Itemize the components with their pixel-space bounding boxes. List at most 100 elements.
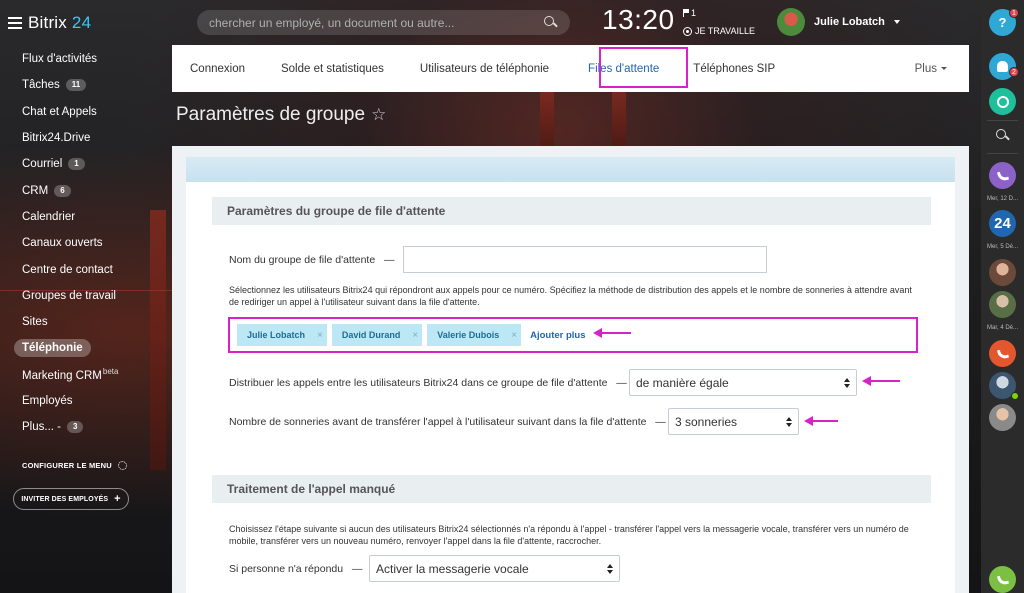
users-hint: Sélectionnez les utilisateurs Bitrix24 q… (229, 285, 912, 307)
active-call-button[interactable] (989, 340, 1016, 367)
rings-select-value: 3 sonneries (675, 414, 738, 429)
select-arrows-icon (607, 563, 613, 574)
clock-time[interactable]: 13:20 (602, 4, 675, 36)
contact-avatar[interactable] (989, 404, 1016, 431)
settings-form: Paramètres du groupe de file d'attente N… (186, 157, 955, 593)
page-title: Paramètres de groupe ☆ (176, 104, 386, 126)
close-icon[interactable]: × (412, 330, 418, 341)
contact-avatar[interactable] (989, 259, 1016, 286)
select-arrows-icon (844, 377, 850, 388)
gear-icon (117, 461, 127, 470)
user-chip-label: Julie Lobatch (247, 330, 306, 340)
tab-solde[interactable]: Solde et statistiques (263, 45, 402, 92)
rings-select[interactable]: 3 sonneries (668, 408, 799, 435)
sidebar-item-canaux[interactable]: Canaux ouverts (0, 230, 172, 256)
chevron-down-icon[interactable] (893, 20, 900, 24)
section-missed-call: Traitement de l'appel manqué (212, 475, 931, 503)
star-icon[interactable]: ☆ (371, 105, 386, 125)
group-name-label: Nom du groupe de file d'attente — (229, 254, 395, 266)
no-answer-select[interactable]: Activer la messagerie vocale (369, 555, 620, 582)
phone-dialer-button[interactable] (989, 566, 1016, 593)
user-chip[interactable]: David Durand × (331, 324, 423, 346)
close-icon[interactable]: × (511, 330, 517, 341)
sidebar-item-calendrier[interactable]: Calendrier (0, 204, 172, 230)
phone-icon (996, 347, 1009, 360)
logo-text: Bitrix 24 (28, 13, 92, 32)
invite-employees-button[interactable]: INVITER DES EMPLOYÉS + (13, 488, 129, 510)
search-bar[interactable] (197, 10, 570, 35)
user-chip-label: Valerie Dubois (437, 330, 500, 340)
sidebar-item-label: Flux d'activités (22, 53, 98, 66)
sidebar-item-label: Marketing CRMbeta (22, 367, 119, 383)
sidebar-item-groupes[interactable]: Groupes de travail (0, 283, 172, 309)
avatar[interactable] (777, 8, 805, 36)
rail-search-button[interactable] (989, 122, 1016, 149)
chat-button[interactable] (989, 88, 1016, 115)
search-input[interactable] (209, 15, 544, 30)
tab-telephones-sip[interactable]: Téléphones SIP (677, 45, 793, 92)
sidebar-item-drive[interactable]: Bitrix24.Drive (0, 125, 172, 151)
bitrix24-icon: 24 (994, 215, 1011, 232)
configure-menu-link[interactable]: CONFIGURER LE MENU (22, 461, 127, 470)
work-status[interactable]: JE TRAVAILLE (683, 26, 755, 36)
sidebar-item-telephonie[interactable]: Téléphonie (0, 335, 172, 361)
user-chip[interactable]: Valerie Dubois × (427, 324, 522, 346)
sidebar-item-courriel[interactable]: Courriel 1 (0, 151, 172, 177)
add-more-users-link[interactable]: Ajouter plus (530, 330, 585, 341)
help-badge: 1 (1009, 8, 1019, 18)
notifications-badge: 2 (1009, 67, 1019, 77)
bridge-tower-left (540, 92, 554, 152)
counter-badge: 6 (54, 184, 71, 197)
close-icon[interactable]: × (317, 330, 323, 341)
users-selector[interactable]: Julie Lobatch × David Durand × Valerie D… (228, 317, 918, 353)
rail-divider (987, 153, 1018, 154)
contact-avatar[interactable] (989, 291, 1016, 318)
tab-more[interactable]: Plus (915, 45, 947, 92)
sidebar-item-taches[interactable]: Tâches 11 (0, 72, 172, 98)
group-name-field[interactable] (403, 246, 767, 273)
sidebar-item-flux[interactable]: Flux d'activités (0, 46, 172, 72)
user-name[interactable]: Julie Lobatch (814, 16, 885, 28)
bitrix-logo[interactable]: Bitrix 24 (8, 12, 91, 34)
help-icon: ? (998, 15, 1007, 30)
menu-icon[interactable] (8, 17, 22, 29)
sidebar-item-label: Groupes de travail (22, 289, 116, 302)
page-title-text: Paramètres de groupe (176, 104, 366, 125)
pointer-arrow-icon (862, 376, 900, 386)
sidebar-item-label: Canaux ouverts (22, 237, 103, 250)
tab-files-attente[interactable]: Files d'attente (567, 45, 677, 92)
sidebar-item-sites[interactable]: Sites (0, 309, 172, 335)
sidebar-item-plus[interactable]: Plus... - 3 (0, 414, 172, 440)
tab-connexion[interactable]: Connexion (172, 45, 263, 92)
counter-badge: 3 (66, 421, 84, 434)
rail-divider (987, 120, 1018, 121)
sidebar-item-contact[interactable]: Centre de contact (0, 256, 172, 282)
sidebar-item-marketing[interactable]: Marketing CRMbeta (0, 362, 172, 388)
sidebar-item-label: Centre de contact (22, 263, 113, 276)
tab-utilisateurs[interactable]: Utilisateurs de téléphonie (402, 45, 567, 92)
bridge-tower-right (612, 92, 626, 152)
sidebar-item-employes[interactable]: Employés (0, 388, 172, 414)
sidebar-item-label: CRM (22, 184, 49, 197)
select-arrows-icon (786, 416, 792, 427)
invite-label: INVITER DES EMPLOYÉS (21, 495, 109, 503)
recent-call-button[interactable] (989, 162, 1016, 189)
sidebar-item-chat[interactable]: Chat et Appels (0, 99, 172, 125)
sidebar-item-crm[interactable]: CRM 6 (0, 177, 172, 203)
configure-menu-label: CONFIGURER LE MENU (22, 461, 112, 470)
rail-date: Mer, 12 D... (986, 196, 1018, 202)
user-chip[interactable]: Julie Lobatch × (237, 324, 327, 346)
bitrix24-chat-button[interactable]: 24 (989, 210, 1016, 237)
no-answer-select-value: Activer la messagerie vocale (376, 561, 529, 576)
sidebar-item-label: Tâches (22, 79, 60, 92)
distribution-select[interactable]: de manière égale (629, 369, 857, 396)
sidebar-item-label: Bitrix24.Drive (22, 132, 91, 145)
flag-counter[interactable]: 1 (683, 8, 696, 18)
pointer-arrow-icon (804, 416, 838, 426)
telephony-tabs: Connexion Solde et statistiques Utilisat… (172, 45, 969, 92)
panel-header (186, 157, 955, 182)
user-menu[interactable]: Julie Lobatch (777, 8, 900, 36)
search-icon[interactable] (544, 15, 558, 30)
flag-icon (683, 9, 689, 17)
right-rail: ? 1 2 Mer, 12 D... 24 Mer, 5 Dé... Mar, … (981, 0, 1024, 593)
